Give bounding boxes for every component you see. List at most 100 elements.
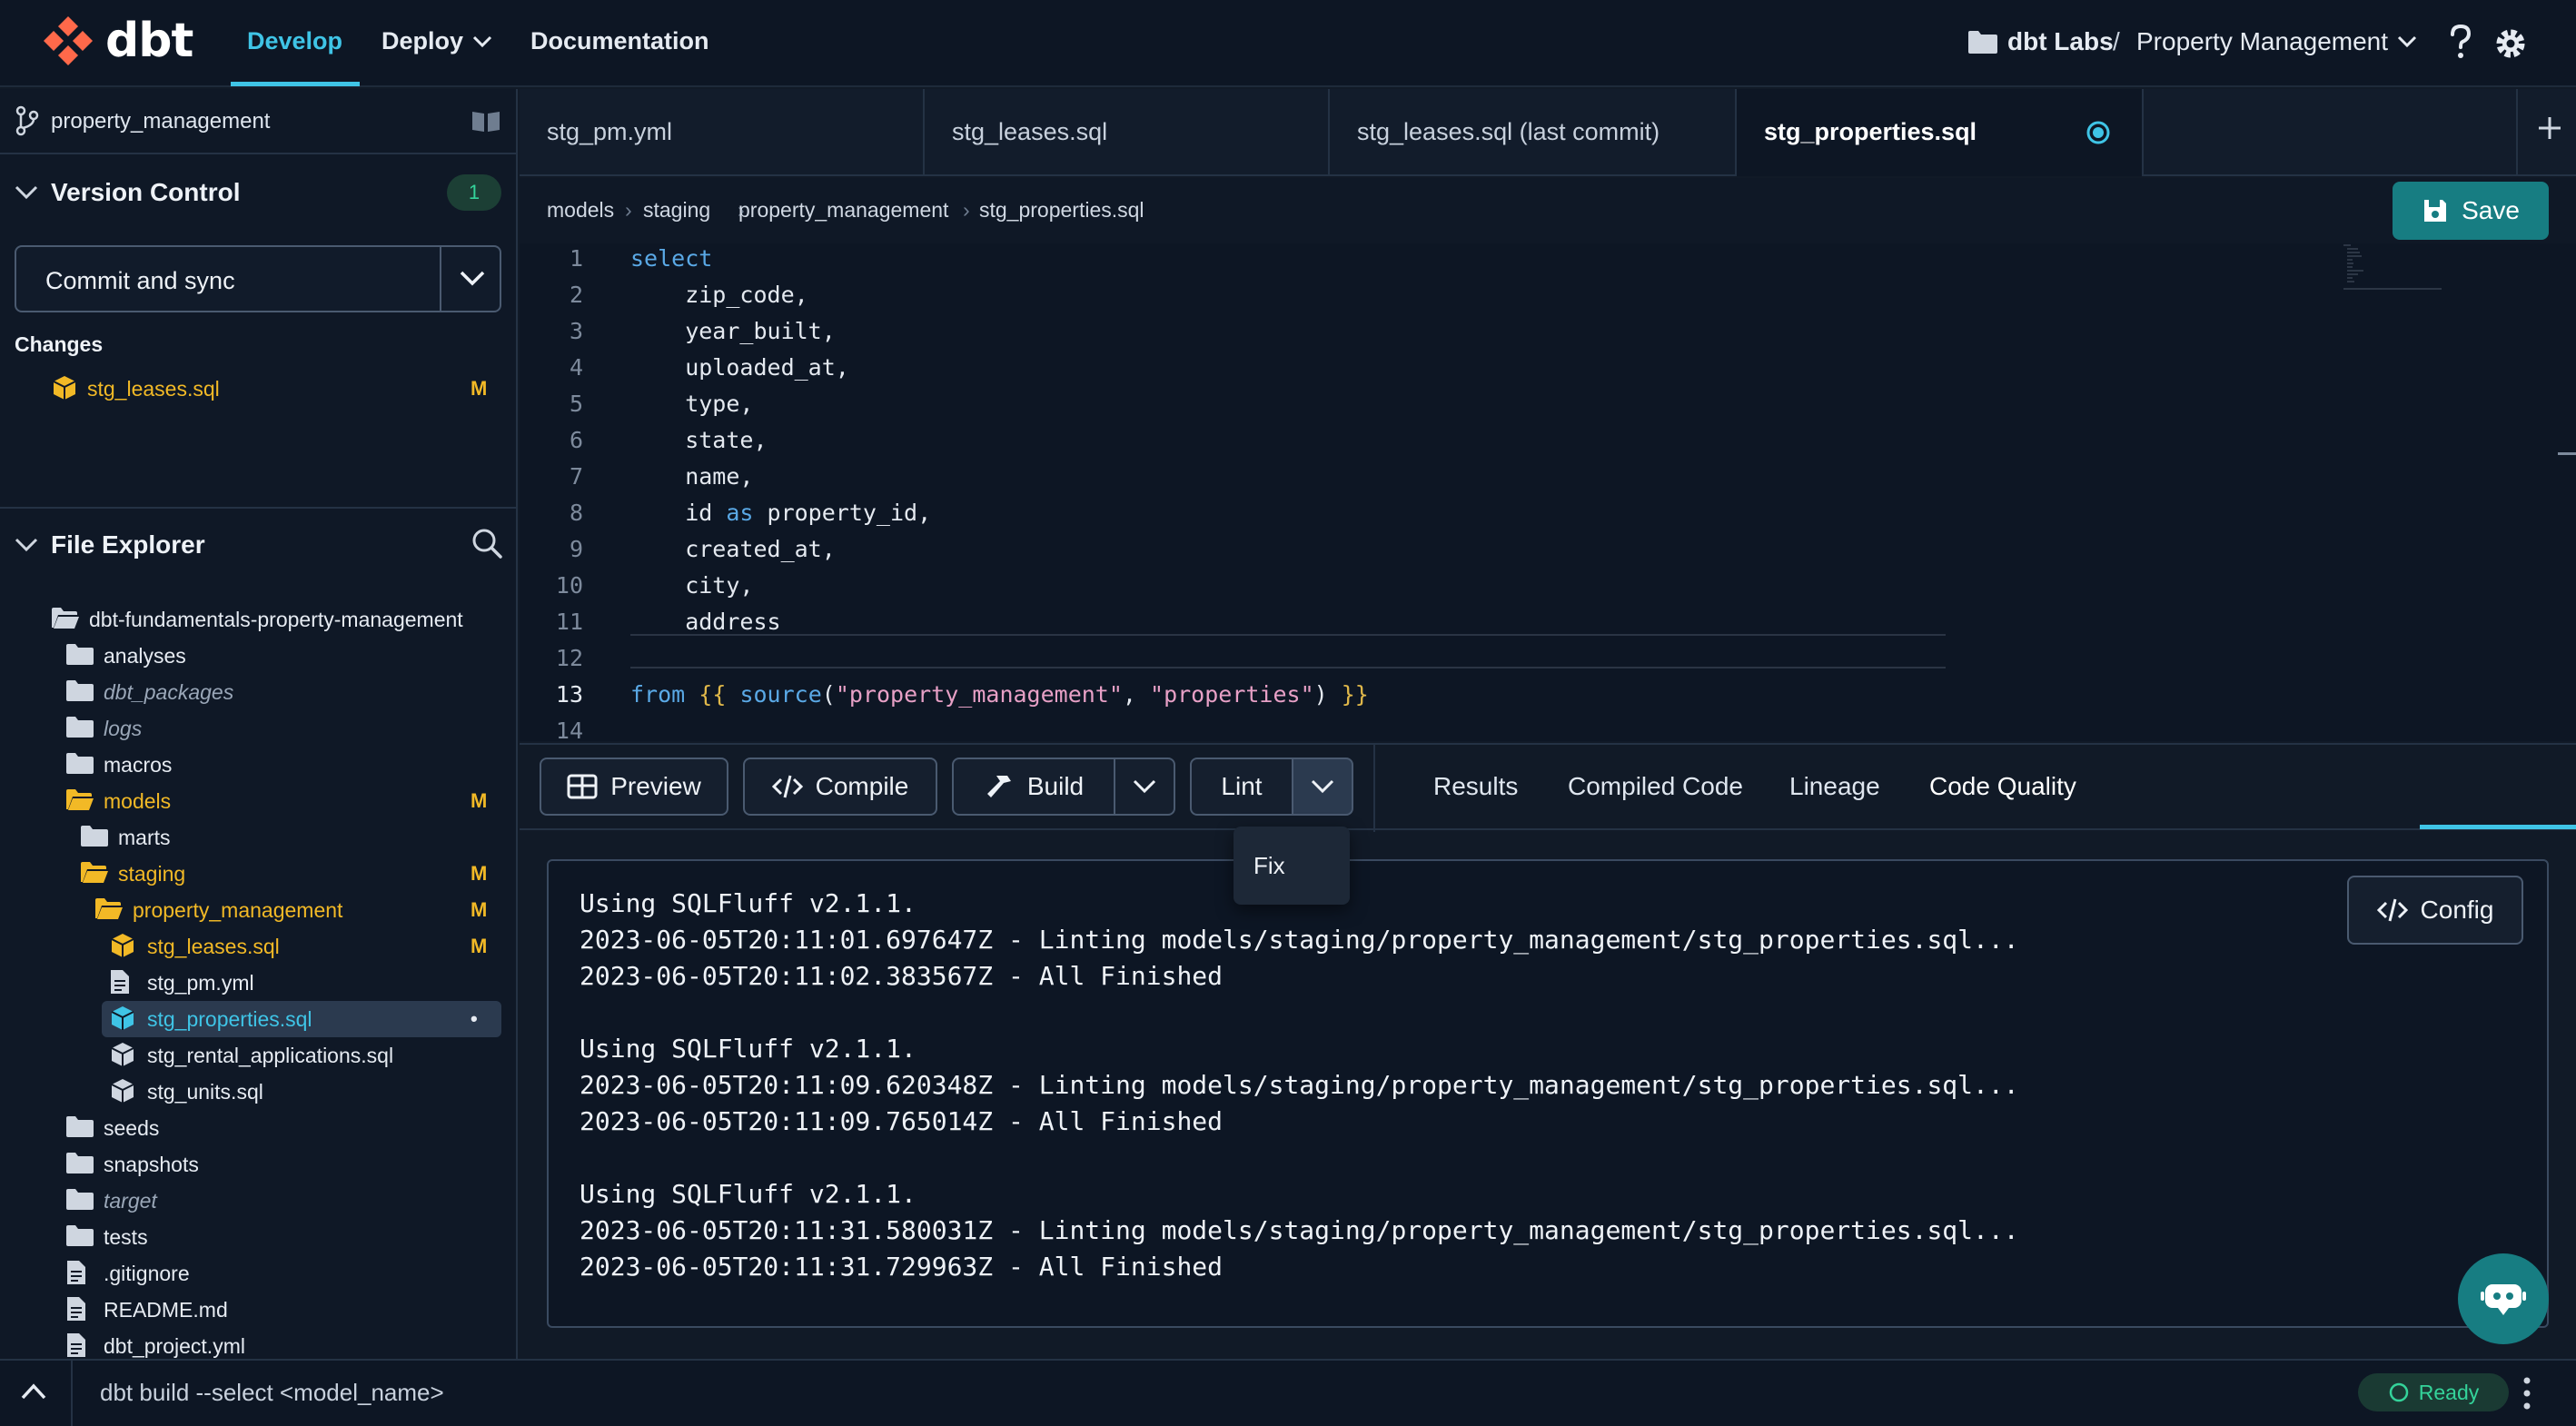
folder-row[interactable]: models M [0,783,518,819]
code-line[interactable]: year_built, [630,318,836,344]
tab-stg-properties-sql[interactable]: stg_properties.sql [1737,89,2144,176]
branch-row: property_management [0,89,518,154]
code-line[interactable]: select [630,245,712,272]
robot-chat-icon [2481,1284,2526,1315]
file-row[interactable]: stg_units.sql [0,1074,518,1110]
tree-item-label: README.md [104,1298,228,1322]
nav-develop-label: Develop [247,27,343,54]
folder-row[interactable]: snapshots [0,1146,518,1183]
folder-icon [66,717,94,738]
save-button[interactable]: Save [2393,182,2549,240]
help-icon[interactable] [2449,24,2472,60]
git-branch-icon [15,105,39,136]
folder-row[interactable]: logs [0,710,518,747]
breadcrumb-item[interactable]: stg_properties.sql [979,198,1144,223]
code-line[interactable]: type, [630,391,753,417]
folder-row[interactable]: tests [0,1219,518,1255]
commit-and-sync-label: Commit and sync [45,267,235,294]
scrollbar-marker[interactable] [2558,452,2576,455]
tab-lineage[interactable]: Lineage [1789,772,1880,801]
config-button[interactable]: Config [2347,876,2523,945]
code-line[interactable]: id as property_id, [630,500,931,526]
folder-row[interactable]: dbt_packages [0,674,518,710]
code-line[interactable]: from {{ source("property_management", "p… [630,681,1369,708]
chat-assistant-button[interactable] [2458,1253,2549,1344]
folder-icon [81,826,108,847]
breadcrumb-item[interactable]: staging [643,198,710,223]
tab-code-quality[interactable]: Code Quality [1929,772,2076,801]
file-row[interactable]: README.md [0,1292,518,1328]
save-label: Save [2462,196,2520,224]
tab-stg-leases-sql[interactable]: stg_leases.sql [925,89,1330,176]
line-number: 8 [569,500,583,526]
project-name: Property Management [2136,27,2389,55]
file-row[interactable]: stg_rental_applications.sql [0,1037,518,1074]
code-line[interactable]: city, [630,572,753,599]
file-row[interactable]: stg_properties.sql • [0,1001,518,1037]
tab-compiled-code[interactable]: Compiled Code [1568,772,1743,801]
lint-options-button[interactable] [1292,758,1353,816]
menu-item-fix[interactable]: Fix [1253,852,1285,880]
top-navigation: dbt Develop Deploy Documentation dbt Lab… [0,0,2576,87]
version-control-header[interactable]: Version Control [0,156,518,229]
editor-minimap[interactable] [2342,243,2451,298]
folder-open-icon [95,898,123,919]
gear-icon[interactable] [2492,25,2529,62]
nav-deploy[interactable]: Deploy [381,27,492,55]
file-icon [67,1297,85,1321]
hammer-icon [986,776,1011,797]
config-label: Config [2420,896,2494,924]
code-line[interactable]: zip_code, [630,282,807,308]
tab-results[interactable]: Results [1433,772,1518,801]
tree-item-label: dbt-fundamentals-property-management [89,608,463,631]
code-line[interactable]: name, [630,463,753,490]
plus-icon[interactable] [2536,114,2563,142]
folder-row[interactable]: dbt-fundamentals-property-management [0,601,518,638]
account-switcher[interactable]: dbt Labs [1967,27,2114,56]
code-line[interactable]: address [630,609,780,635]
folder-row[interactable]: target [0,1183,518,1219]
file-row[interactable]: stg_pm.yml [0,965,518,1001]
tab-stg-pm-yml[interactable]: stg_pm.yml [520,89,925,176]
line-number: 1 [569,245,583,272]
nav-documentation[interactable]: Documentation [530,27,709,55]
folder-row[interactable]: property_management M [0,892,518,928]
breadcrumb-item[interactable]: property_management [738,198,948,223]
chevron-up-icon[interactable] [20,1382,47,1401]
build-button[interactable]: Build [952,758,1115,816]
book-icon[interactable] [471,109,501,134]
tab-label: stg_leases.sql (last commit) [1357,118,1660,145]
folder-row[interactable]: seeds [0,1110,518,1146]
more-vertical-icon[interactable] [2522,1375,2532,1411]
chevron-down-icon[interactable] [460,271,485,287]
compile-button[interactable]: Compile [743,758,937,816]
code-line[interactable]: created_at, [630,536,836,562]
chevron-down-icon [472,35,492,47]
lint-dropdown-menu: Fix [1234,827,1350,905]
command-input[interactable]: dbt build --select <model_name> [100,1379,444,1407]
nav-develop[interactable]: Develop [247,27,342,55]
folder-row[interactable]: marts [0,819,518,856]
tree-item-label: stg_pm.yml [147,971,254,995]
folder-row[interactable]: analyses [0,638,518,674]
dbt-logo[interactable]: dbt [40,13,193,69]
search-icon[interactable] [471,527,503,560]
file-row[interactable]: .gitignore [0,1255,518,1292]
folder-row[interactable]: staging M [0,856,518,892]
file-icon [67,1333,85,1357]
build-options-button[interactable] [1114,758,1175,816]
file-row[interactable]: stg_leases.sql M [0,928,518,965]
changed-file-row[interactable]: stg_leases.sql M [0,371,518,407]
code-line[interactable]: state, [630,427,767,453]
file-explorer-header[interactable]: File Explorer [0,509,518,581]
preview-button[interactable]: Preview [540,758,728,816]
breadcrumb-item[interactable]: models [547,198,614,223]
commit-and-sync-button[interactable]: Commit and sync [15,245,501,312]
code-line[interactable]: uploaded_at, [630,354,849,381]
toolbar-divider [1373,745,1375,832]
folder-row[interactable]: macros [0,747,518,783]
code-editor[interactable]: 1 select 2 zip_code, 3 year_built, 4 uploade… [520,243,2576,744]
tab-stg-leases-last-commit[interactable]: stg_leases.sql (last commit) [1330,89,1737,176]
lint-button[interactable]: Lint [1190,758,1293,816]
project-switcher[interactable]: Property Management [2136,27,2417,56]
